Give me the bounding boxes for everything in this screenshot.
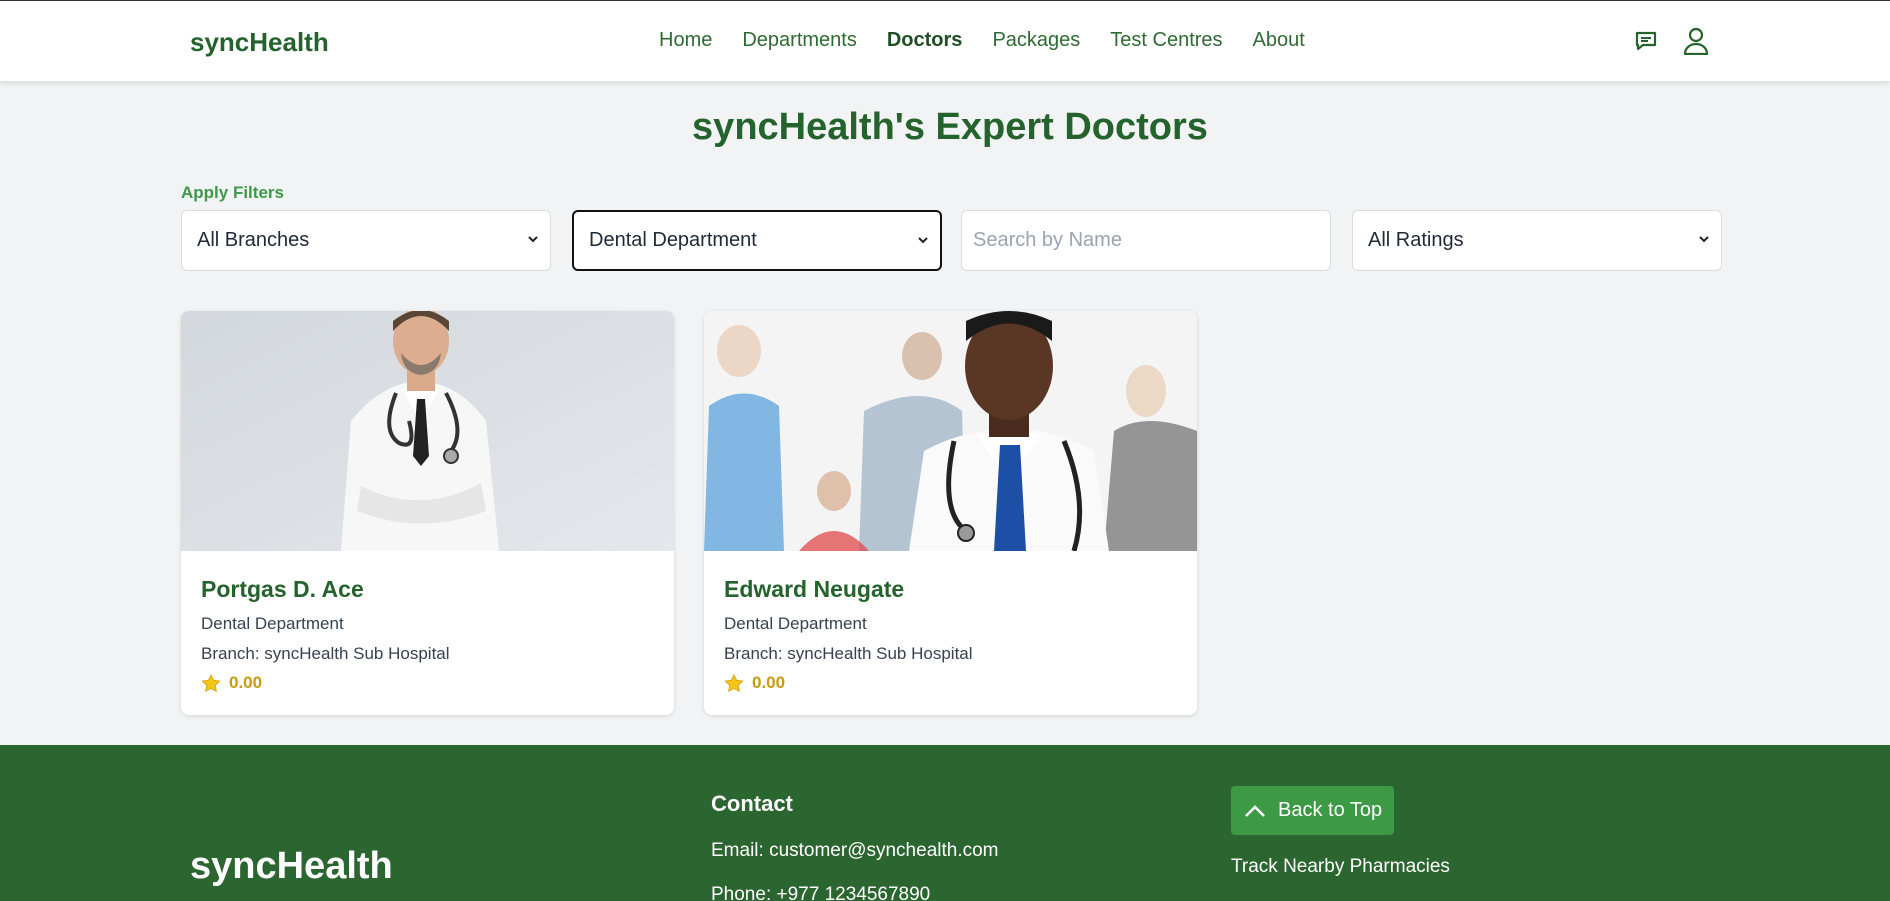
star-icon: [201, 673, 221, 692]
footer: syncHealth Contact Email: customer@synch…: [0, 745, 1890, 901]
doctor-photo: [181, 311, 674, 551]
doctor-name: Edward Neugate: [724, 576, 905, 602]
branch-select-value: All Branches: [197, 229, 310, 251]
main-nav: Home Departments Doctors Packages Test C…: [659, 29, 1335, 52]
rating-value: 0.00: [752, 673, 786, 692]
search-by-name-input[interactable]: Search by Name: [961, 210, 1331, 271]
chat-icon[interactable]: [1632, 27, 1660, 55]
page-title: syncHealth's Expert Doctors: [692, 106, 1208, 148]
doctor-rating: 0.00: [724, 673, 785, 693]
header-icons: [1632, 27, 1710, 55]
footer-contact-title: Contact: [711, 791, 793, 816]
chevron-up-icon: [1245, 804, 1265, 817]
doctor-card[interactable]: Portgas D. Ace Dental Department Branch:…: [181, 311, 674, 715]
rating-value: 0.00: [229, 673, 263, 692]
rating-select-value: All Ratings: [1368, 229, 1464, 251]
footer-email[interactable]: Email: customer@synchealth.com: [711, 840, 999, 862]
branch-select[interactable]: All Branches: [181, 210, 551, 271]
back-to-top-button[interactable]: Back to Top: [1231, 786, 1394, 835]
user-icon[interactable]: [1682, 27, 1710, 55]
track-pharmacies-link[interactable]: Track Nearby Pharmacies: [1231, 856, 1450, 878]
nav-test-centres[interactable]: Test Centres: [1110, 29, 1222, 52]
department-select[interactable]: Dental Department: [572, 210, 942, 271]
nav-about[interactable]: About: [1253, 29, 1305, 52]
chevron-down-icon: [918, 237, 928, 244]
footer-brand: syncHealth: [190, 845, 393, 887]
nav-doctors[interactable]: Doctors: [887, 29, 963, 52]
nav-departments[interactable]: Departments: [742, 29, 857, 52]
nav-home[interactable]: Home: [659, 29, 712, 52]
doctor-department: Dental Department: [724, 614, 867, 633]
doctor-name: Portgas D. Ace: [201, 576, 364, 602]
top-navbar: syncHealth Home Departments Doctors Pack…: [0, 0, 1890, 81]
star-icon: [724, 673, 744, 692]
chevron-down-icon: [528, 236, 538, 243]
doctor-photo: [704, 311, 1197, 551]
filters-label: Apply Filters: [181, 183, 284, 202]
footer-phone[interactable]: Phone: +977 1234567890: [711, 884, 930, 901]
doctor-card[interactable]: Edward Neugate Dental Department Branch:…: [704, 311, 1197, 715]
brand-logo[interactable]: syncHealth: [190, 27, 329, 58]
department-select-value: Dental Department: [589, 229, 757, 251]
doctor-branch: Branch: syncHealth Sub Hospital: [201, 644, 450, 663]
rating-select[interactable]: All Ratings: [1352, 210, 1722, 271]
back-to-top-label: Back to Top: [1278, 799, 1383, 821]
doctor-department: Dental Department: [201, 614, 344, 633]
doctor-rating: 0.00: [201, 673, 262, 693]
chevron-down-icon: [1699, 236, 1709, 243]
search-placeholder: Search by Name: [973, 229, 1122, 251]
doctor-branch: Branch: syncHealth Sub Hospital: [724, 644, 973, 663]
nav-packages[interactable]: Packages: [992, 29, 1080, 52]
